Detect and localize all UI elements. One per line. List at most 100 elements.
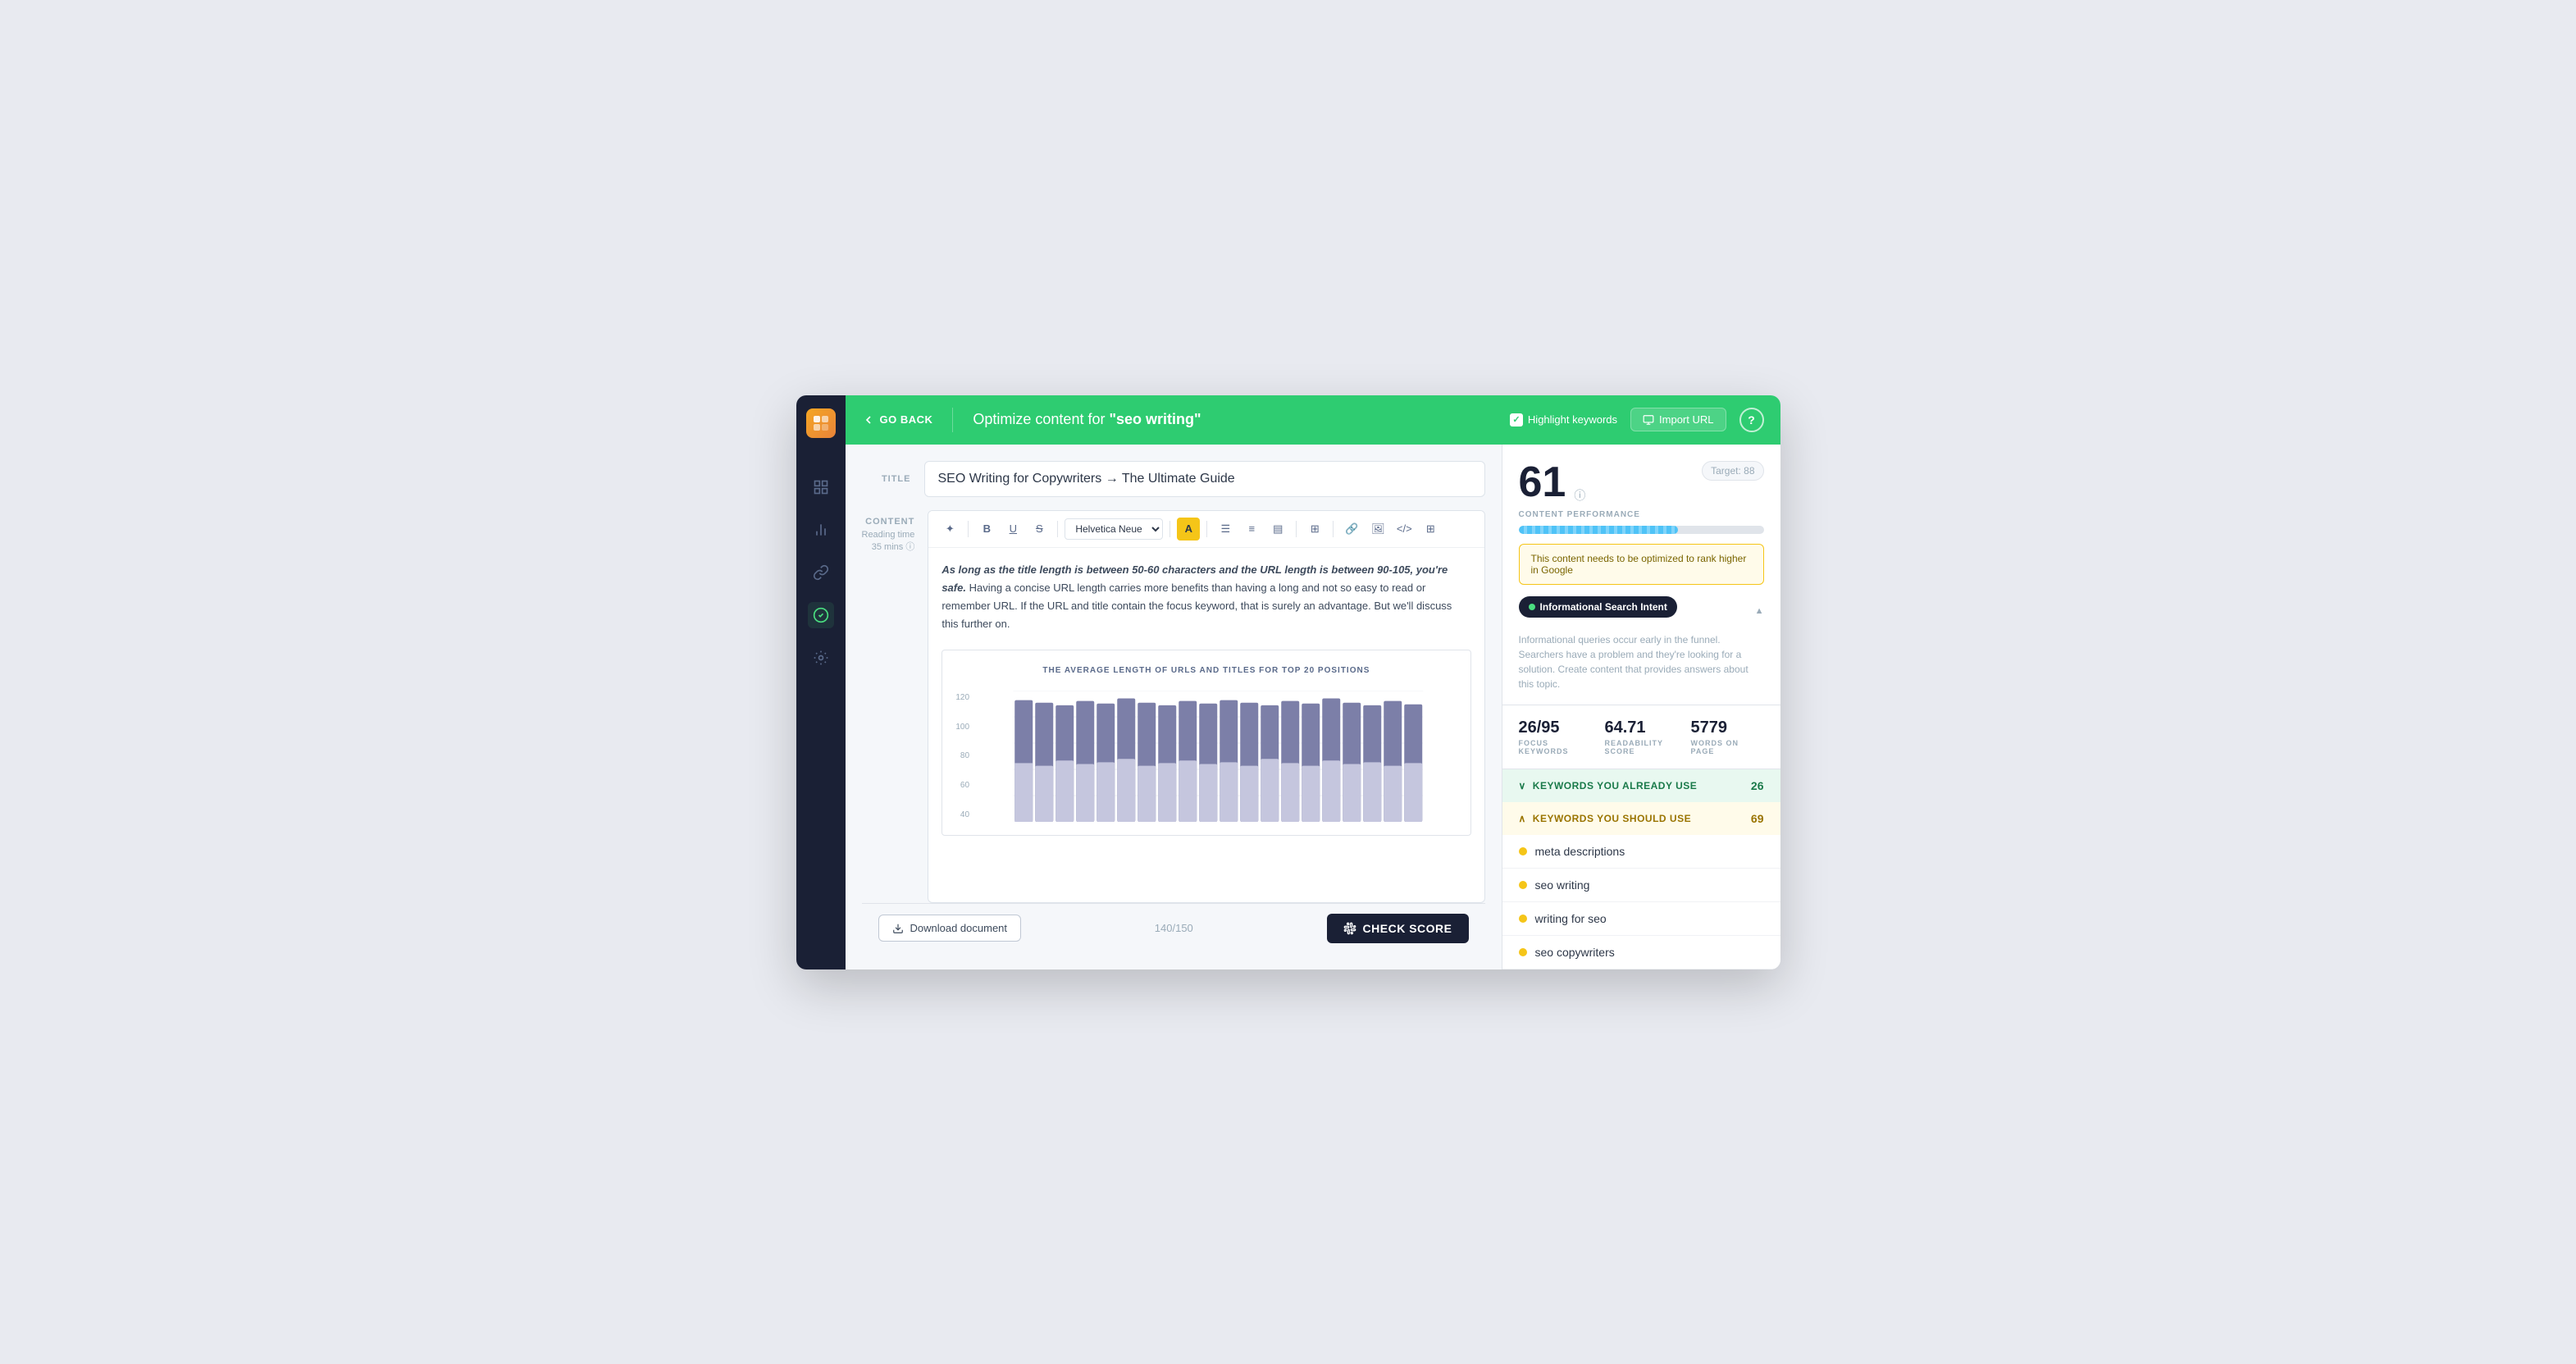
sidebar-item-connections[interactable]: [808, 559, 834, 586]
keywords-should-chevron: ∧: [1519, 813, 1526, 824]
intent-dot: [1529, 604, 1535, 610]
optimize-warning: This content needs to be optimized to ra…: [1519, 544, 1764, 585]
font-select[interactable]: Helvetica Neue: [1065, 518, 1163, 540]
chart-y-120: 120: [955, 691, 969, 705]
toolbar-sep-4: [1206, 521, 1207, 537]
score-header: 61 ⓘ Target: 88: [1519, 461, 1764, 504]
download-document-button[interactable]: Download document: [878, 915, 1022, 942]
list-item: writing for seo: [1502, 902, 1780, 936]
check-score-button[interactable]: CHECK SCORE: [1327, 914, 1469, 943]
topbar-divider: [952, 408, 953, 432]
word-count: 140/150: [1155, 922, 1193, 934]
toolbar-image-btn[interactable]: 🖼: [1366, 518, 1389, 541]
kw-text-2: seo writing: [1535, 878, 1590, 892]
target-label: Target: 88: [1702, 461, 1763, 481]
highlight-keywords-toggle[interactable]: ✓ Highlight keywords: [1510, 413, 1617, 427]
score-info-icon[interactable]: ⓘ: [1574, 487, 1585, 504]
stat-readability: 64.71 READABILITY SCORE: [1605, 718, 1678, 755]
kw-text-1: meta descriptions: [1535, 845, 1625, 858]
score-section: 61 ⓘ Target: 88 CONTENT PERFORMANCE This…: [1502, 445, 1780, 705]
progress-fill: [1519, 526, 1678, 534]
stats-row: 26/95 FOCUS KEYWORDS 64.71 READABILITY S…: [1502, 705, 1780, 769]
toolbar-align-btn[interactable]: ▤: [1266, 518, 1289, 541]
sidebar-item-analytics[interactable]: [808, 517, 834, 543]
help-button[interactable]: ?: [1739, 408, 1764, 432]
content-label-area: CONTENT Reading time 35 mins ⓘ: [862, 510, 915, 903]
title-input[interactable]: [924, 461, 1485, 497]
editor-content[interactable]: As long as the title length is between 5…: [928, 548, 1484, 902]
content-performance-label: CONTENT PERFORMANCE: [1519, 510, 1764, 519]
toolbar-underline-btn[interactable]: U: [1001, 518, 1024, 541]
toolbar-link-btn[interactable]: 🔗: [1340, 518, 1363, 541]
keywords-already-label-area: ∨ KEYWORDS YOU ALREADY USE: [1519, 780, 1698, 791]
toolbar-unordered-list-btn[interactable]: ☰: [1214, 518, 1237, 541]
intent-chevron[interactable]: ▲: [1755, 606, 1764, 616]
toolbar-sep-2: [1057, 521, 1058, 537]
right-panel: 61 ⓘ Target: 88 CONTENT PERFORMANCE This…: [1502, 445, 1780, 969]
stat-words: 5779 WORDS ON PAGE: [1691, 718, 1764, 755]
toolbar-magic-btn[interactable]: ✦: [938, 518, 961, 541]
topbar: GO BACK Optimize content for "seo writin…: [846, 395, 1780, 445]
kw-dot-1: [1519, 847, 1527, 855]
logo[interactable]: [806, 408, 836, 438]
toolbar-sep-5: [1296, 521, 1297, 537]
reading-time: Reading time 35 mins ⓘ: [862, 530, 915, 553]
import-url-button[interactable]: Import URL: [1630, 408, 1726, 431]
kw-dot-2: [1519, 881, 1527, 889]
stat-readability-label: READABILITY SCORE: [1605, 739, 1678, 755]
toolbar-more-btn[interactable]: ⊞: [1419, 518, 1442, 541]
toolbar-sep-6: [1333, 521, 1334, 537]
toolbar-ordered-list-btn[interactable]: ≡: [1240, 518, 1263, 541]
editor-box: ✦ B U S Helvetica Neue A: [928, 510, 1484, 903]
editor-area: TITLE CONTENT Reading time 35 mins ⓘ: [846, 445, 1780, 969]
keywords-already-chevron: ∨: [1519, 780, 1526, 791]
chart-area: THE AVERAGE LENGTH OF URLS AND TITLES FO…: [941, 650, 1470, 836]
score-number: 61: [1519, 461, 1566, 504]
content-field-label: CONTENT: [862, 517, 915, 527]
stat-focus-keywords: 26/95 FOCUS KEYWORDS: [1519, 718, 1592, 755]
chart-y-100: 100: [955, 720, 969, 734]
editor-bottom-bar: Download document 140/150: [862, 903, 1485, 953]
sidebar: [796, 395, 846, 969]
content-normal: Having a concise URL length carries more…: [941, 582, 1452, 630]
sidebar-item-seo[interactable]: [808, 602, 834, 628]
kw-dot-3: [1519, 915, 1527, 923]
toolbar-bold-btn[interactable]: B: [975, 518, 998, 541]
toolbar-table-btn[interactable]: ⊞: [1303, 518, 1326, 541]
sidebar-item-dashboard[interactable]: [808, 474, 834, 500]
chart-svg: [979, 691, 1457, 822]
sidebar-item-settings[interactable]: [808, 645, 834, 671]
title-field-label: TITLE: [862, 474, 911, 484]
title-section: TITLE: [862, 461, 1485, 497]
keywords-already-label: KEYWORDS YOU ALREADY USE: [1533, 780, 1697, 791]
editor-panel: TITLE CONTENT Reading time 35 mins ⓘ: [846, 445, 1502, 969]
toolbar-sep-1: [968, 521, 969, 537]
go-back-button[interactable]: GO BACK: [862, 413, 933, 427]
list-item: seo writing: [1502, 869, 1780, 902]
editor-toolbar: ✦ B U S Helvetica Neue A: [928, 511, 1484, 548]
toolbar-strikethrough-btn[interactable]: S: [1028, 518, 1051, 541]
intent-description: Informational queries occur early in the…: [1519, 632, 1764, 691]
toolbar-highlight-btn[interactable]: A: [1177, 518, 1200, 541]
keywords-should-header[interactable]: ∧ KEYWORDS YOU SHOULD USE 69: [1502, 802, 1780, 835]
keywords-should-list: meta descriptions seo writing writing fo…: [1502, 835, 1780, 969]
chart-y-60: 60: [955, 778, 969, 792]
keywords-should-count: 69: [1751, 812, 1764, 825]
checkbox-icon: ✓: [1510, 413, 1523, 427]
keywords-already-count: 26: [1751, 779, 1764, 792]
stat-words-label: WORDS ON PAGE: [1691, 739, 1764, 755]
keywords-should-label-area: ∧ KEYWORDS YOU SHOULD USE: [1519, 813, 1692, 824]
chart-y-80: 80: [955, 749, 969, 763]
toolbar-code-btn[interactable]: </>: [1393, 518, 1416, 541]
chart-title: THE AVERAGE LENGTH OF URLS AND TITLES FO…: [955, 664, 1457, 677]
sidebar-navigation: [808, 474, 834, 671]
list-item: meta descriptions: [1502, 835, 1780, 869]
stat-focus-keywords-label: FOCUS KEYWORDS: [1519, 739, 1592, 755]
keywords-already-header[interactable]: ∨ KEYWORDS YOU ALREADY USE 26: [1502, 769, 1780, 802]
intent-badge: Informational Search Intent: [1519, 596, 1677, 618]
keywords-section: ∨ KEYWORDS YOU ALREADY USE 26 ∧ KEYWORDS…: [1502, 769, 1780, 969]
content-section: CONTENT Reading time 35 mins ⓘ ✦ B U: [862, 510, 1485, 903]
progress-bar: [1519, 526, 1764, 534]
kw-text-4: seo copywriters: [1535, 946, 1615, 959]
chart-y-40: 40: [955, 808, 969, 822]
